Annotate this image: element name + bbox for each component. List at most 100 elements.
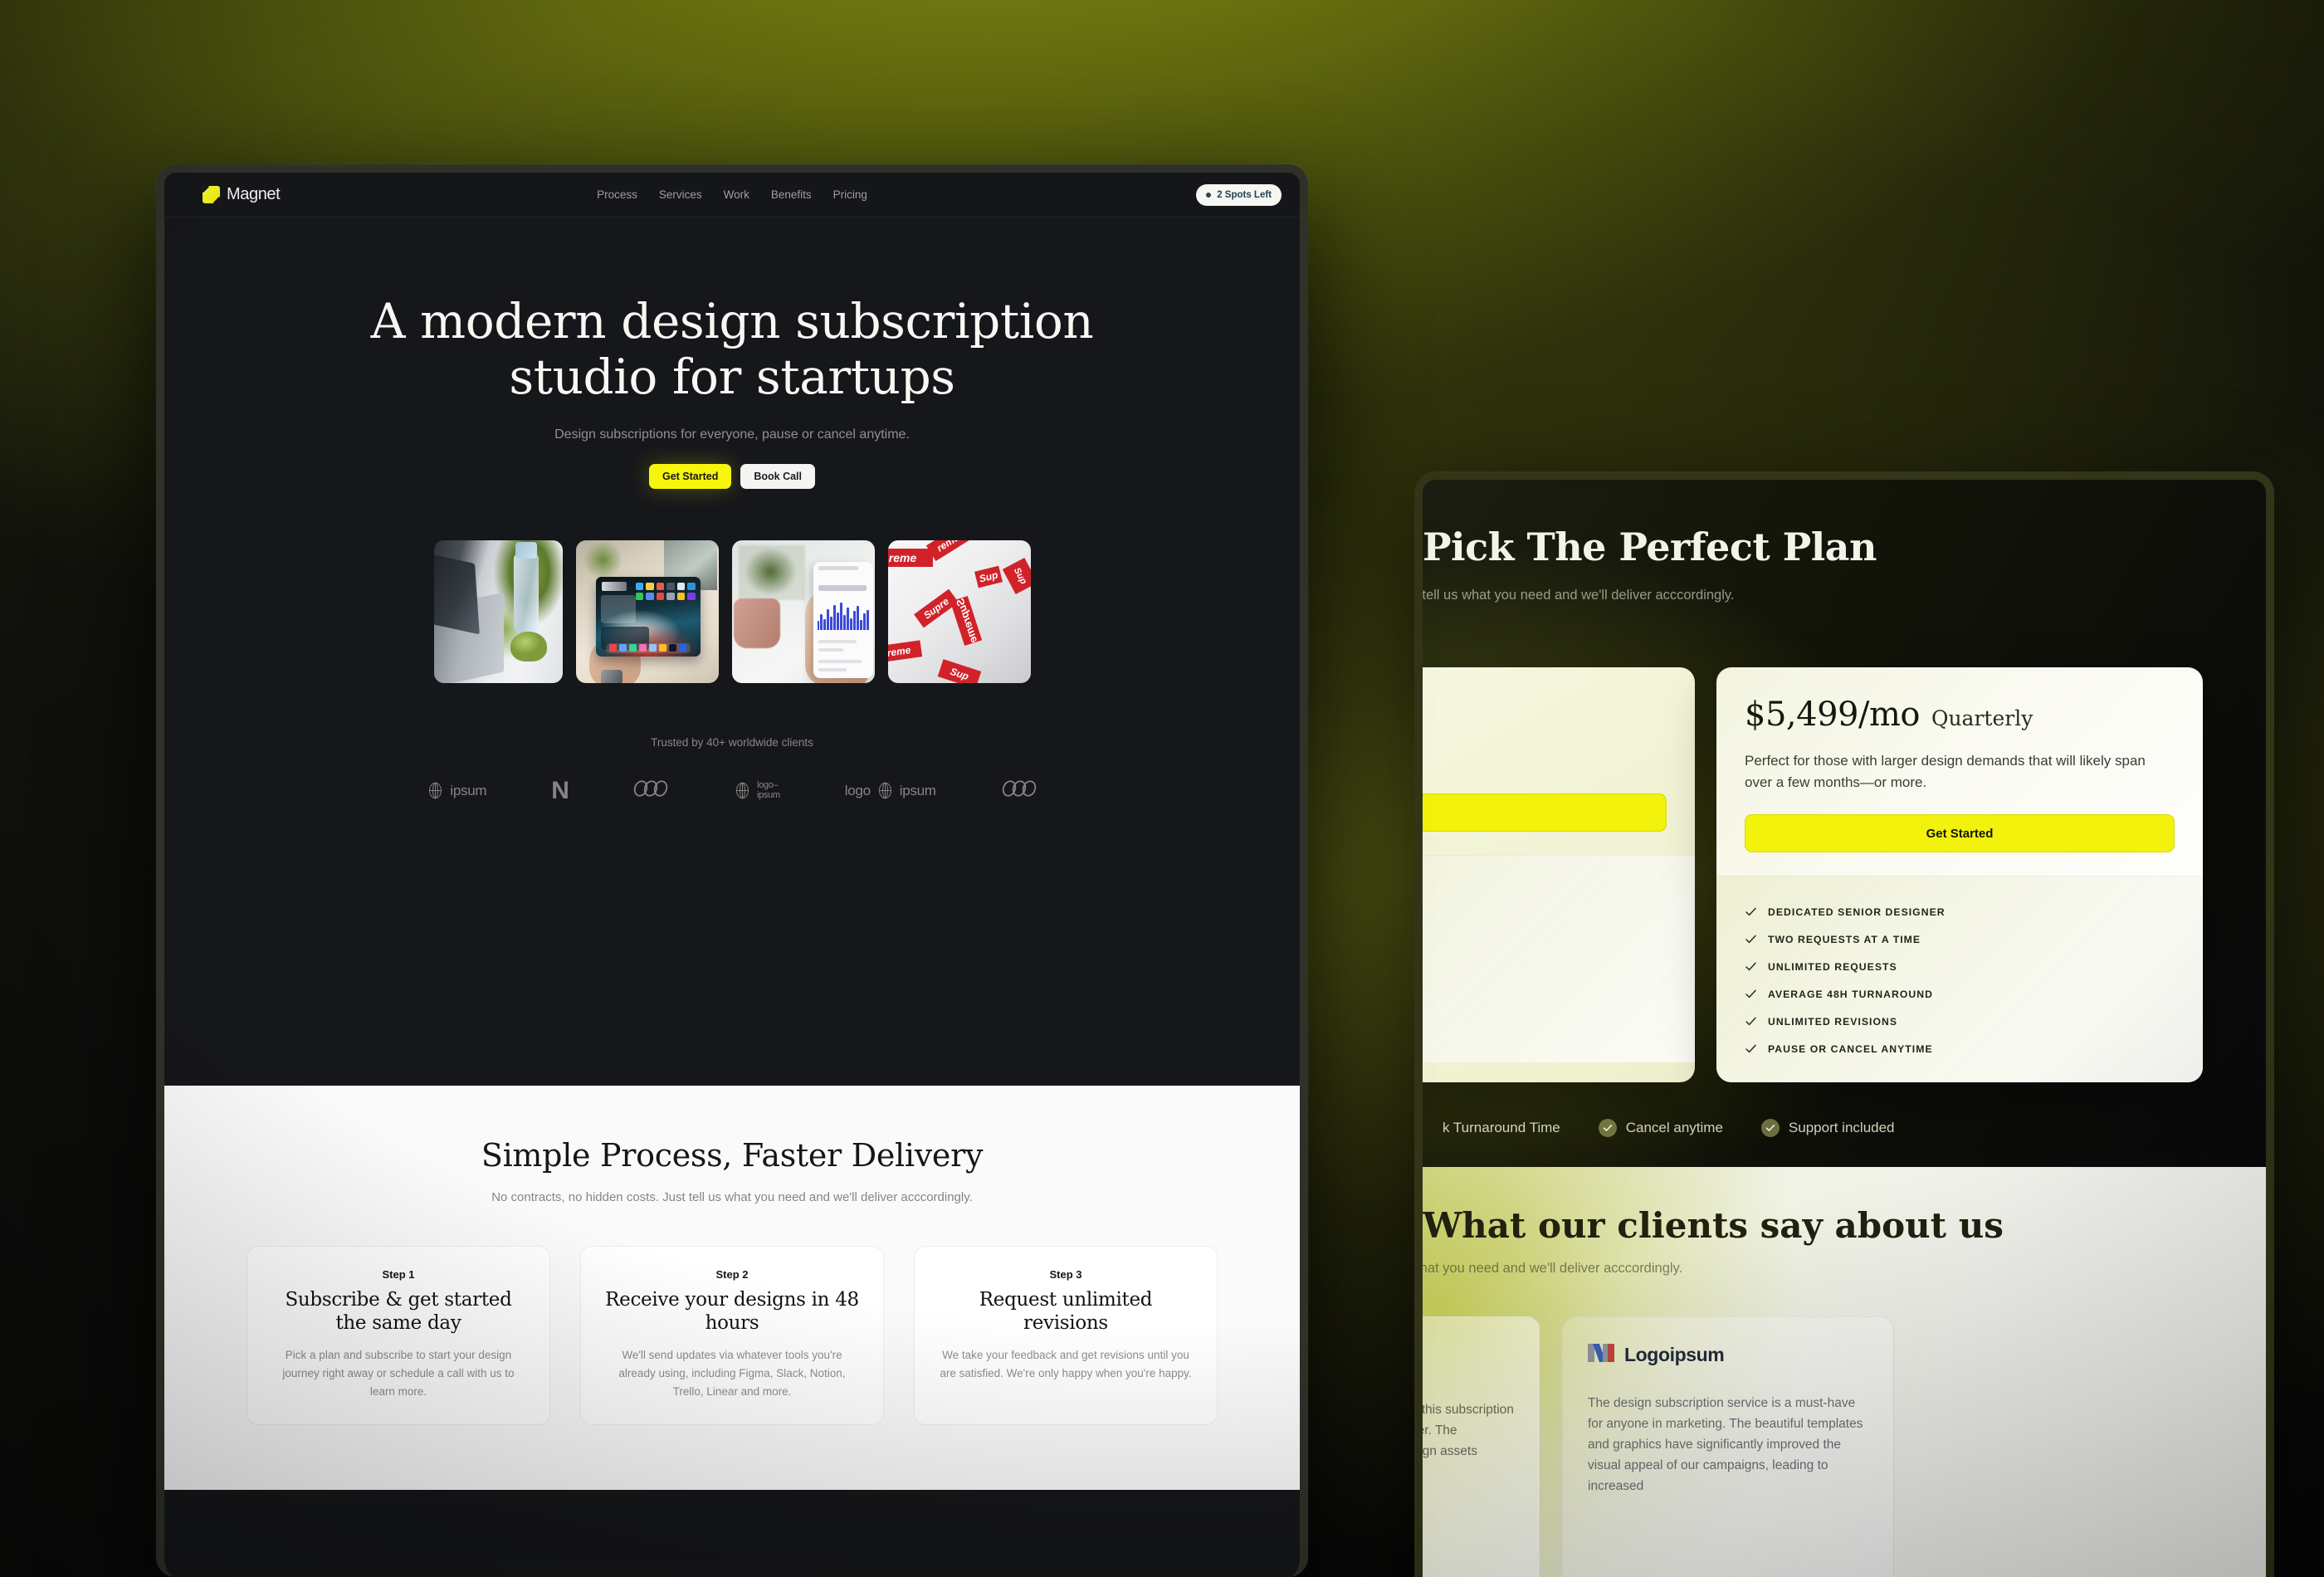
plan-period: Quarterly [1931, 706, 2034, 730]
plan-feature: AVERAGE 48H TURNAROUND [1745, 980, 2175, 1008]
globe-icon [734, 782, 751, 799]
pricing-header: Pick The Perfect Plan No contracts, no h… [1423, 525, 2266, 603]
testimonial-logo: Logoipsum [1423, 1342, 1515, 1374]
site-navbar: Magnet Process Services Work Benefits Pr… [164, 173, 1300, 217]
client-logo-strip: ipsum N logo– ipsum logo ipsum [164, 777, 1300, 805]
plan-cta-button[interactable] [1423, 793, 1667, 832]
pricing-subtitle: No contracts, no hidden costs. Just tell… [1423, 588, 1735, 603]
check-circle-icon [1760, 1119, 1780, 1137]
pricing-badge-label: k Turnaround Time [1443, 1120, 1560, 1135]
infinity-icon [632, 780, 669, 801]
plant-shape [738, 544, 805, 600]
supreme-sticker: Sup [937, 658, 981, 683]
check-icon [1745, 906, 1757, 918]
plan-feature: PAUSE OR CANCEL ANYTIME [1745, 1035, 2175, 1062]
check-icon [1745, 1042, 1757, 1055]
pricing-badge: Support included [1760, 1119, 1895, 1137]
step-body: We'll send updates via whatever tools yo… [618, 1349, 846, 1398]
pricing-badge: Cancel anytime [1598, 1119, 1723, 1137]
hero-photo-tablet [575, 540, 719, 683]
testimonials-title: What our clients say about us [1423, 1205, 2004, 1246]
process-step-card: Step 2 Receive your designs in 48 hours … [580, 1246, 884, 1425]
client-logo-label-stacked: logo– ipsum [756, 779, 780, 800]
plan-feature: UNLIMITED REVISIONS [1745, 1008, 2175, 1035]
brand-logo[interactable]: Magnet [203, 185, 281, 204]
testimonial-card: Logoipsum The design subscription servic… [1562, 1316, 1894, 1577]
plan-cta-button[interactable]: Get Started [1745, 814, 2175, 852]
client-logo-label-right: ipsum [899, 782, 936, 798]
check-icon [1745, 933, 1757, 945]
plan-card-primary[interactable]: $5,499/mo Quarterly Perfect for those wi… [1716, 667, 2203, 1082]
plan-price: $5,499/mo [1745, 696, 1920, 734]
client-logo-label-bottom: ipsum [756, 789, 780, 800]
step-body: We take your feedback and get revisions … [940, 1349, 1192, 1380]
step-title: Request unlimited revisions [979, 1289, 1153, 1334]
client-logo: ipsum [427, 782, 487, 799]
process-steps: Step 1 Subscribe & get started the same … [164, 1246, 1300, 1425]
client-logo: logo ipsum [845, 782, 936, 799]
phone-header-bar [818, 565, 858, 570]
supreme-sticker: Sup [1002, 557, 1031, 594]
hero-headline-line1: A modern design subscription [370, 293, 1094, 349]
nav-link-process[interactable]: Process [597, 188, 637, 201]
nav-link-benefits[interactable]: Benefits [771, 188, 812, 201]
pricing-badges: k Turnaround Time Cancel anytime Support… [1423, 1119, 1895, 1137]
hero-photo-desk [433, 540, 563, 683]
plan-features-list [1423, 854, 1695, 1062]
plan-feature-label: DEDICATED SENIOR DESIGNER [1768, 906, 1946, 918]
testimonial-logo-name: Logoipsum [1624, 1344, 1725, 1365]
pricing-badge: k Turnaround Time [1443, 1120, 1560, 1136]
testimonial-quote: The design subscription service is a mus… [1588, 1396, 1863, 1494]
phone-device [813, 561, 873, 678]
photo-supreme-image: reme reme Sup Sup Supre Supreme reme Sup [887, 540, 1031, 683]
pot-shape [733, 598, 780, 648]
testimonial-cards-row: Logoipsum As a freelance graphic designe… [1423, 1316, 1894, 1577]
step-title: Subscribe & get started the same day [285, 1289, 512, 1334]
hero-section: A modern design subscription studio for … [164, 217, 1300, 1086]
testimonials-subtitle: acts, no hidden costs. Just tell us what… [1423, 1261, 1683, 1276]
spots-left-badge[interactable]: 2 Spots Left [1196, 183, 1282, 206]
hero-subheadline: Design subscriptions for everyone, pause… [554, 427, 910, 442]
nav-link-pricing[interactable]: Pricing [833, 188, 867, 201]
tablet-widget [600, 594, 636, 623]
plan-feature-label: UNLIMITED REVISIONS [1768, 1015, 1898, 1028]
nav-link-work[interactable]: Work [724, 188, 749, 201]
client-logo-label: ipsum [450, 782, 487, 798]
supreme-sticker: Sup [974, 565, 1003, 588]
plan-card-secondary[interactable]: d for design work and a [1423, 667, 1695, 1082]
tablet-app-grid [635, 582, 696, 600]
check-icon [1745, 1015, 1757, 1028]
plan-description: Perfect for those with larger design dem… [1745, 753, 2146, 790]
spots-left-label: 2 Spots Left [1217, 189, 1272, 200]
plan-feature-label: AVERAGE 48H TURNAROUND [1768, 988, 1933, 1000]
process-subtitle: No contracts, no hidden costs. Just tell… [491, 1190, 973, 1204]
check-circle-icon [1598, 1119, 1617, 1137]
bottle-shape [513, 541, 539, 633]
supreme-sticker: Supreme [950, 595, 982, 646]
step-kicker: Step 3 [1049, 1268, 1082, 1281]
pricing-section: Pick The Perfect Plan No contracts, no h… [1423, 480, 2266, 1167]
globe-icon [427, 782, 444, 799]
status-dot-icon [1206, 192, 1212, 198]
plan-feature-label: PAUSE OR CANCEL ANYTIME [1768, 1042, 1933, 1055]
testimonial-quote: As a freelance graphic designer, this su… [1423, 1403, 1514, 1459]
client-logo-label-top: logo– [756, 779, 779, 790]
back-window-content: Pick The Perfect Plan No contracts, no h… [1423, 480, 2266, 1577]
chevrons-icon [1588, 1342, 1614, 1368]
supreme-sticker: reme [887, 639, 922, 663]
plan-feature: TWO REQUESTS AT A TIME [1745, 925, 2175, 953]
client-logo-label: N [551, 776, 569, 804]
get-started-button[interactable]: Get Started [648, 463, 732, 489]
book-call-button[interactable]: Book Call [740, 463, 816, 489]
supreme-sticker: Supre [913, 588, 959, 627]
nav-link-services[interactable]: Services [659, 188, 702, 201]
desktop-backdrop: Pick The Perfect Plan No contracts, no h… [0, 0, 2324, 1577]
client-logo [1001, 780, 1038, 801]
process-title: Simple Process, Faster Delivery [481, 1137, 984, 1174]
hero-photo-gallery: reme reme Sup Sup Supre Supreme reme Sup [164, 540, 1300, 683]
hero-photo-supreme: reme reme Sup Sup Supre Supreme reme Sup [887, 540, 1031, 683]
tablet-device [595, 576, 701, 657]
nav-links: Process Services Work Benefits Pricing [597, 188, 867, 201]
watch-shape [600, 669, 622, 683]
succulent-shape [510, 631, 547, 662]
